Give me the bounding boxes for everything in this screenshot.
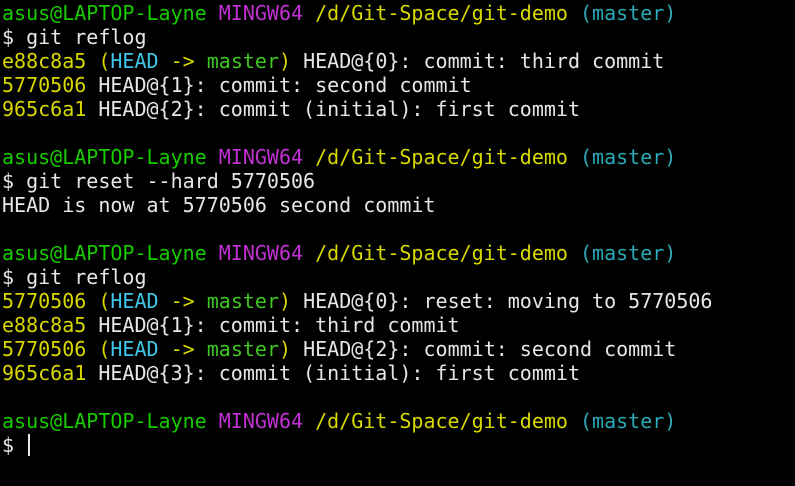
commit-hash: 965c6a1: [2, 97, 87, 121]
terminal-window[interactable]: asus@LAPTOP-Layne MINGW64 /d/Git-Space/g…: [0, 0, 795, 486]
reflog-row: 965c6a1 HEAD@{2}: commit (initial): firs…: [2, 97, 795, 121]
ref-open: (: [98, 337, 111, 361]
prompt-user-host: asus@LAPTOP-Layne: [2, 409, 207, 433]
reflog-text: HEAD@{0}: reset: moving to 5770506: [291, 289, 713, 313]
prompt-user-host: asus@LAPTOP-Layne: [2, 1, 207, 25]
reflog-row: 5770506 (HEAD -> master) HEAD@{2}: commi…: [2, 337, 795, 361]
prompt-path: /d/Git-Space/git-demo: [315, 241, 568, 265]
command-line: $ git reflog: [2, 25, 147, 49]
master-ref: master: [206, 289, 279, 313]
reflog-text: HEAD@{2}: commit (initial): first commit: [86, 97, 580, 121]
reflog-row: 965c6a1 HEAD@{3}: commit (initial): firs…: [2, 361, 795, 385]
commit-hash: 5770506: [2, 289, 87, 313]
ref-arrow: ->: [158, 289, 207, 313]
commit-hash: e88c8a5: [2, 313, 87, 337]
master-ref: master: [206, 337, 279, 361]
command-line: $ git reflog: [2, 265, 147, 289]
commit-hash: 5770506: [2, 337, 87, 361]
prompt-branch: (master): [580, 241, 677, 265]
ref-arrow: ->: [158, 337, 207, 361]
ref-open: (: [98, 49, 111, 73]
input-line[interactable]: $: [2, 433, 795, 457]
reflog-row: e88c8a5 (HEAD -> master) HEAD@{0}: commi…: [2, 49, 795, 73]
master-ref: master: [206, 49, 279, 73]
prompt-branch: (master): [580, 145, 677, 169]
ref-close: ): [278, 49, 292, 73]
head-ref: HEAD: [110, 289, 159, 313]
prompt-user-host: asus@LAPTOP-Layne: [2, 241, 207, 265]
commit-hash: e88c8a5: [2, 49, 87, 73]
reflog-row: 5770506 (HEAD -> master) HEAD@{0}: reset…: [2, 289, 795, 313]
prompt-path: /d/Git-Space/git-demo: [315, 145, 568, 169]
prompt-branch: (master): [580, 1, 677, 25]
prompt-line: asus@LAPTOP-Layne MINGW64 /d/Git-Space/g…: [2, 1, 795, 25]
command-output: HEAD is now at 5770506 second commit: [2, 193, 436, 217]
prompt-path: /d/Git-Space/git-demo: [315, 409, 568, 433]
prompt-symbol: $: [2, 433, 27, 457]
prompt-env: MINGW64: [218, 145, 304, 169]
commit-hash: 965c6a1: [2, 361, 87, 385]
prompt-env: MINGW64: [218, 1, 304, 25]
commit-hash: 5770506: [2, 73, 87, 97]
reflog-text: HEAD@{0}: commit: third commit: [291, 49, 665, 73]
ref-close: ): [278, 337, 292, 361]
prompt-branch: (master): [580, 409, 677, 433]
reflog-text: HEAD@{2}: commit: second commit: [291, 337, 677, 361]
prompt-line: asus@LAPTOP-Layne MINGW64 /d/Git-Space/g…: [2, 409, 795, 433]
reflog-row: e88c8a5 HEAD@{1}: commit: third commit: [2, 313, 795, 337]
reflog-text: HEAD@{1}: commit: third commit: [86, 313, 460, 337]
ref-close: ): [278, 289, 292, 313]
reflog-row: 5770506 HEAD@{1}: commit: second commit: [2, 73, 795, 97]
text-cursor[interactable]: [28, 434, 31, 456]
prompt-user-host: asus@LAPTOP-Layne: [2, 145, 207, 169]
reflog-text: HEAD@{1}: commit: second commit: [86, 73, 472, 97]
ref-open: (: [98, 289, 111, 313]
ref-arrow: ->: [158, 49, 207, 73]
prompt-env: MINGW64: [218, 409, 304, 433]
command-line: $ git reset --hard 5770506: [2, 169, 316, 193]
prompt-line: asus@LAPTOP-Layne MINGW64 /d/Git-Space/g…: [2, 145, 795, 169]
head-ref: HEAD: [110, 337, 159, 361]
prompt-env: MINGW64: [218, 241, 304, 265]
prompt-path: /d/Git-Space/git-demo: [315, 1, 568, 25]
prompt-line: asus@LAPTOP-Layne MINGW64 /d/Git-Space/g…: [2, 241, 795, 265]
head-ref: HEAD: [110, 49, 159, 73]
reflog-text: HEAD@{3}: commit (initial): first commit: [86, 361, 580, 385]
